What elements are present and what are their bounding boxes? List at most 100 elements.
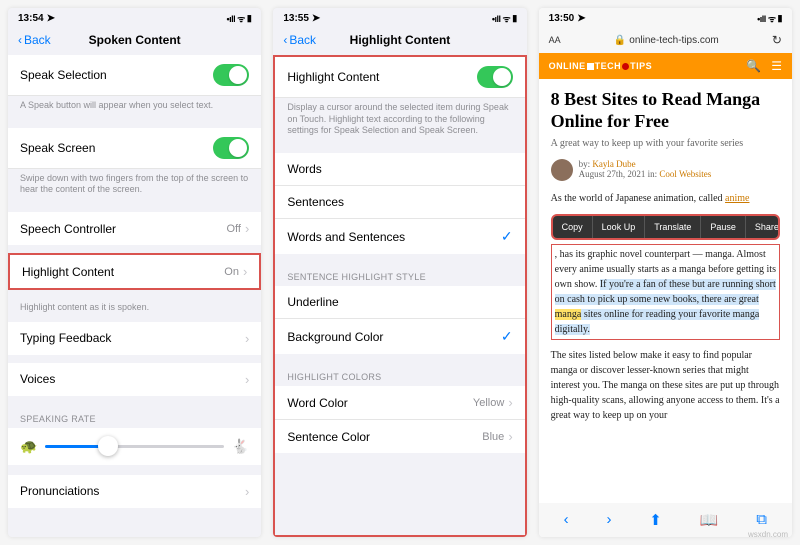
copy-button[interactable]: Copy: [553, 216, 593, 238]
highlight-content-value: On: [224, 266, 239, 278]
speak-screen-footer: Swipe down with two fingers from the top…: [8, 169, 261, 204]
speak-screen-toggle[interactable]: [213, 137, 249, 159]
status-time: 13:55: [283, 13, 309, 24]
word-color-row[interactable]: Word Color Yellow›: [275, 386, 524, 420]
hl-text-b: sites online for reading your favorite m…: [555, 309, 760, 335]
location-icon: ➤: [577, 13, 585, 24]
paragraph-2: The sites listed below make it easy to f…: [551, 348, 780, 423]
speak-selection-label: Speak Selection: [20, 68, 107, 82]
paragraph-1: As the world of Japanese animation, call…: [551, 191, 780, 206]
wifi-icon: ᯤ: [502, 12, 510, 25]
back-button[interactable]: ‹ Back: [283, 33, 316, 47]
highlight-word: manga: [555, 309, 582, 320]
back-icon[interactable]: ‹: [564, 511, 569, 529]
anime-link[interactable]: anime: [725, 193, 749, 204]
words-label: Words: [287, 162, 321, 176]
speech-controller-row[interactable]: Speech Controller Off›: [8, 212, 261, 245]
forward-icon[interactable]: ›: [606, 511, 611, 529]
avatar: [551, 159, 573, 181]
location-icon: ➤: [312, 13, 320, 24]
speech-controller-label: Speech Controller: [20, 222, 116, 236]
turtle-icon: 🐢: [20, 438, 37, 455]
bookmarks-icon[interactable]: 📖: [700, 511, 719, 529]
byline: by: Kayla Dube August 27th, 2021 in: Coo…: [551, 159, 780, 181]
chevron-right-icon: ›: [245, 331, 249, 346]
speak-selection-toggle[interactable]: [213, 64, 249, 86]
url-text: online-tech-tips.com: [629, 35, 718, 46]
underline-row[interactable]: Underline: [275, 286, 524, 319]
battery-icon: ▮: [512, 13, 516, 24]
speak-selection-row[interactable]: Speak Selection: [8, 55, 261, 96]
article-date: August 27th, 2021 in:: [579, 169, 658, 179]
p1-text: As the world of Japanese animation, call…: [551, 193, 725, 204]
signal-icon: •ıll: [227, 14, 236, 24]
wifi-icon: ᯤ: [237, 12, 245, 25]
signal-icon: •ıll: [757, 14, 766, 24]
word-color-value: Yellow: [473, 397, 504, 409]
nav-bar: ‹ Back Highlight Content: [273, 27, 526, 55]
byline-by: by:: [579, 159, 591, 169]
speaking-rate-slider-row: 🐢 🐇: [8, 428, 261, 465]
highlight-content-toggle-row[interactable]: Highlight Content: [275, 57, 524, 98]
pronunciations-label: Pronunciations: [20, 484, 99, 498]
tabs-icon[interactable]: ⧉: [756, 511, 767, 529]
speaking-rate-slider[interactable]: [45, 445, 223, 448]
refresh-icon[interactable]: ↻: [772, 33, 782, 47]
share-button[interactable]: Share…: [746, 216, 780, 238]
location-icon: ➤: [47, 13, 55, 24]
highlight-content-label: Highlight Content: [22, 265, 114, 279]
status-time: 13:50: [549, 13, 575, 24]
watermark: wsxdn.com: [748, 530, 788, 539]
paragraph-1b: , has its graphic novel counterpart — ma…: [555, 247, 776, 337]
background-color-row[interactable]: Background Color ✓: [275, 319, 524, 354]
speak-screen-label: Speak Screen: [20, 141, 95, 155]
wifi-icon: ᯤ: [768, 12, 776, 25]
words-row[interactable]: Words: [275, 153, 524, 186]
lookup-button[interactable]: Look Up: [593, 216, 646, 238]
status-bar: 13:55 ➤ •ıll ᯤ ▮: [273, 8, 526, 27]
back-button[interactable]: ‹ Back: [18, 33, 51, 47]
page-title: Highlight Content: [350, 33, 451, 47]
check-icon: ✓: [501, 228, 513, 245]
background-color-label: Background Color: [287, 330, 383, 344]
sentence-color-row[interactable]: Sentence Color Blue›: [275, 420, 524, 453]
back-label: Back: [289, 33, 316, 47]
sentences-row[interactable]: Sentences: [275, 186, 524, 219]
article-subtitle: A great way to keep up with your favorit…: [551, 138, 780, 149]
sentences-label: Sentences: [287, 195, 344, 209]
author-link[interactable]: Kayla Dube: [592, 159, 635, 169]
battery-icon: ▮: [247, 13, 251, 24]
chevron-right-icon: ›: [245, 372, 249, 387]
slider-thumb[interactable]: [98, 436, 118, 456]
speaking-rate-header: SPEAKING RATE: [8, 404, 261, 428]
site-logo[interactable]: ONLINETECHTIPS: [549, 61, 653, 71]
text-size-button[interactable]: AA: [549, 35, 561, 45]
speak-screen-row[interactable]: Speak Screen: [8, 128, 261, 169]
search-icon[interactable]: 🔍: [746, 59, 761, 73]
category-link[interactable]: Cool Websites: [659, 169, 711, 179]
pause-button[interactable]: Pause: [701, 216, 746, 238]
status-bar: 13:54 ➤ •ıll ᯤ ▮: [8, 8, 261, 27]
menu-icon[interactable]: ☰: [771, 59, 782, 73]
colors-header: HIGHLIGHT COLORS: [275, 362, 524, 386]
logo-square-icon: [587, 63, 594, 70]
rabbit-icon: 🐇: [232, 438, 249, 455]
highlight-content-desc: Display a cursor around the selected ite…: [275, 98, 524, 145]
voices-row[interactable]: Voices ›: [8, 363, 261, 396]
words-and-sentences-row[interactable]: Words and Sentences ✓: [275, 219, 524, 254]
share-icon[interactable]: ⬆: [649, 511, 662, 529]
highlight-content-toggle[interactable]: [477, 66, 513, 88]
pronunciations-row[interactable]: Pronunciations ›: [8, 475, 261, 508]
highlight-content-row[interactable]: Highlight Content On›: [10, 255, 259, 288]
url-bar[interactable]: 🔒 online-tech-tips.com: [569, 35, 764, 46]
screen-spoken-content: 13:54 ➤ •ıll ᯤ ▮ ‹ Back Spoken Content S…: [8, 8, 261, 537]
logo-circle-icon: [622, 63, 629, 70]
typing-feedback-row[interactable]: Typing Feedback ›: [8, 322, 261, 355]
logo-part: TECH: [595, 61, 622, 71]
translate-button[interactable]: Translate: [645, 216, 701, 238]
chevron-right-icon: ›: [508, 395, 512, 410]
chevron-left-icon: ‹: [283, 33, 287, 47]
text-action-menu: Copy Look Up Translate Pause Share…: [551, 214, 780, 240]
chevron-right-icon: ›: [245, 221, 249, 236]
highlighted-region: , has its graphic novel counterpart — ma…: [551, 244, 780, 340]
